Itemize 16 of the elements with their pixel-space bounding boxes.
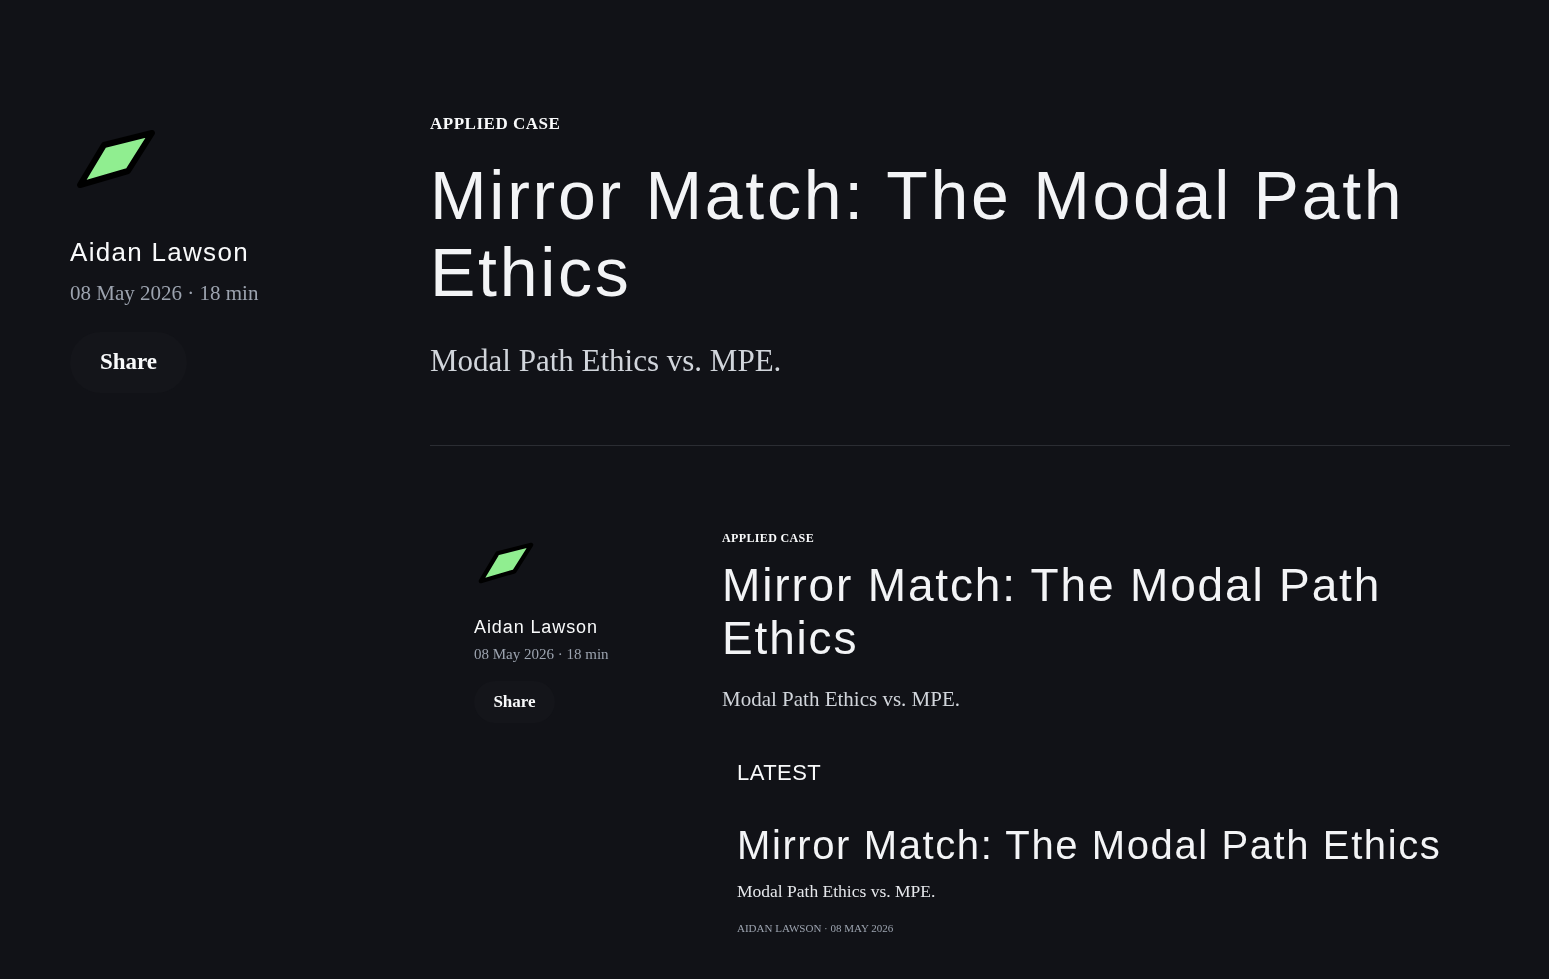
post-meta: 08 May 2026 · 18 min: [474, 645, 609, 664]
post-meta: AIDAN LAWSON · 08 MAY 2026: [737, 921, 895, 936]
logo-icon: [76, 129, 156, 189]
article-title: Mirror Match: The Modal Path Ethics: [722, 559, 1383, 665]
category-label: APPLIED CASE: [722, 530, 815, 546]
post-title[interactable]: Mirror Match: The Modal Path Ethics: [737, 821, 1510, 869]
post-subtitle: Modal Path Ethics vs. MPE.: [737, 880, 937, 903]
article-subtitle: Modal Path Ethics vs. MPE.: [722, 686, 961, 713]
post-meta: 08 May 2026 · 18 min: [70, 280, 259, 307]
article-subtitle: Modal Path Ethics vs. MPE.: [430, 342, 783, 380]
article-title: Mirror Match: The Modal Path Ethics: [430, 157, 1406, 311]
author-name: Aidan Lawson: [474, 616, 598, 639]
author-name: Aidan Lawson: [70, 237, 249, 267]
section-heading: LATEST: [737, 759, 823, 787]
logo-icon: [478, 542, 534, 584]
category-label: APPLIED CASE: [430, 113, 562, 135]
